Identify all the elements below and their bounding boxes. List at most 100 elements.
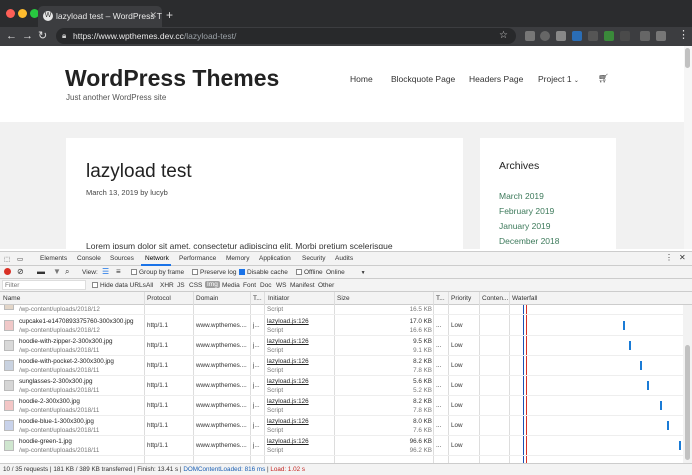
column-content[interactable]: Conten... — [482, 295, 508, 302]
page-scrollbar[interactable] — [684, 46, 692, 249]
large-rows-icon[interactable]: ☰ — [102, 267, 109, 276]
extension-icon[interactable] — [556, 31, 566, 41]
cart-icon[interactable]: 🛒︎ — [598, 73, 609, 84]
archive-link[interactable]: February 2019 — [499, 206, 554, 216]
close-devtools-icon[interactable]: ✕ — [679, 253, 686, 262]
column-type[interactable]: T... — [253, 295, 262, 302]
extension-icon[interactable] — [572, 31, 582, 41]
type-filter-img[interactable]: Img — [205, 281, 220, 288]
group-by-frame-checkbox[interactable] — [131, 269, 137, 275]
tab-close-icon[interactable]: ✕ — [149, 10, 157, 21]
post-author[interactable]: lucyb — [150, 188, 168, 197]
hide-data-urls-checkbox[interactable] — [92, 282, 98, 288]
archive-link[interactable]: January 2019 — [499, 221, 551, 231]
scrollbar-thumb[interactable] — [685, 48, 690, 68]
device-toolbar-icon[interactable]: ▭ — [17, 255, 23, 263]
post-date[interactable]: March 13, 2019 — [86, 188, 138, 197]
search-icon[interactable]: ⌕ — [65, 267, 69, 277]
extension-icon[interactable] — [656, 31, 666, 41]
menu-item-headers-page[interactable]: Headers Page — [469, 74, 523, 84]
column-priority[interactable]: Priority — [451, 295, 471, 302]
preserve-log-checkbox[interactable] — [192, 269, 198, 275]
column-protocol[interactable]: Protocol — [147, 295, 171, 302]
column-size[interactable]: Size — [337, 295, 350, 302]
archive-link[interactable]: March 2019 — [499, 191, 544, 201]
more-options-icon[interactable]: ⋮ — [665, 253, 673, 262]
tab-performance[interactable]: Performance — [179, 255, 216, 262]
table-row[interactable]: hoodie-green-1.jpg/wp-content/uploads/20… — [0, 436, 683, 456]
tab-application[interactable]: Application — [259, 255, 291, 262]
site-title[interactable]: WordPress Themes — [65, 65, 279, 92]
request-initiator[interactable]: lazyload.js:126 — [267, 398, 309, 405]
post-title[interactable]: lazyload test — [86, 161, 192, 183]
bookmark-star-icon[interactable]: ☆ — [499, 30, 508, 41]
tab-elements[interactable]: Elements — [40, 255, 67, 262]
table-row[interactable]: cupcake1-e1470893375760-300x300.jpg/wp-c… — [0, 316, 683, 336]
throttle-select[interactable]: Online ▼ — [326, 269, 366, 276]
minimize-window-icon[interactable] — [18, 9, 27, 18]
extension-icon[interactable] — [525, 31, 535, 41]
new-tab-icon[interactable]: + — [166, 9, 173, 21]
extension-icon[interactable] — [588, 31, 598, 41]
capture-screenshots-icon[interactable]: ▬ — [37, 267, 45, 276]
column-initiator[interactable]: Initiator — [268, 295, 289, 302]
menu-item-project-1[interactable]: Project 1 ⌄ — [538, 74, 579, 84]
tab-security[interactable]: Security — [302, 255, 325, 262]
forward-icon[interactable]: → — [22, 29, 33, 43]
type-filter-font[interactable]: Font — [243, 282, 256, 289]
browser-tab[interactable]: W lazyload test – WordPress The ✕ — [38, 6, 162, 27]
extension-icon[interactable] — [604, 31, 614, 41]
clear-icon[interactable]: ⊘ — [17, 267, 24, 276]
tab-network[interactable]: Network — [145, 255, 169, 262]
table-row[interactable]: hoodie-with-pocket-2-300x300.jpg/wp-cont… — [0, 356, 683, 376]
request-initiator[interactable]: lazyload.js:126 — [267, 358, 309, 365]
tab-audits[interactable]: Audits — [335, 255, 353, 262]
type-filter-doc[interactable]: Doc — [260, 282, 272, 289]
tab-memory[interactable]: Memory — [226, 255, 249, 262]
inspect-element-icon[interactable]: ⬚ — [4, 255, 10, 263]
request-initiator[interactable]: lazyload.js:126 — [267, 438, 309, 445]
record-icon[interactable] — [4, 268, 11, 275]
close-window-icon[interactable] — [6, 9, 15, 18]
address-bar[interactable]: 🔒︎ https://www.wpthemes.dev.cc/lazyload-… — [56, 28, 516, 44]
table-row[interactable]: /wp-content/uploads/2018/12 Script 16.5 KB — [0, 305, 683, 315]
more-menu-icon[interactable]: ⋮ — [678, 28, 689, 42]
request-initiator[interactable]: lazyload.js:126 — [267, 378, 309, 385]
filter-input[interactable] — [2, 280, 86, 290]
overview-icon[interactable]: ≡ — [116, 267, 121, 276]
column-domain[interactable]: Domain — [196, 295, 218, 302]
column-time[interactable]: T... — [436, 295, 445, 302]
filter-icon[interactable]: ▼ — [53, 267, 61, 276]
type-filter-manifest[interactable]: Manifest — [290, 282, 315, 289]
menu-item-home[interactable]: Home — [350, 74, 373, 84]
type-filter-media[interactable]: Media — [222, 282, 240, 289]
request-initiator[interactable]: lazyload.js:126 — [267, 418, 309, 425]
reload-icon[interactable]: ↻ — [38, 29, 47, 43]
type-filter-xhr[interactable]: XHR — [160, 282, 174, 289]
table-row[interactable]: hoodie-blue-1-300x300.jpg/wp-content/upl… — [0, 416, 683, 436]
type-filter-js[interactable]: JS — [177, 282, 185, 289]
request-initiator[interactable]: lazyload.js:126 — [267, 318, 309, 325]
menu-item-blockquote-page[interactable]: Blockquote Page — [391, 74, 455, 84]
network-scrollbar[interactable] — [683, 305, 692, 463]
back-icon[interactable]: ← — [6, 29, 17, 43]
extension-icon[interactable] — [540, 31, 550, 41]
offline-checkbox[interactable] — [296, 269, 302, 275]
table-row[interactable]: hoodie-2-300x300.jpg/wp-content/uploads/… — [0, 396, 683, 416]
tab-console[interactable]: Console — [77, 255, 101, 262]
column-name[interactable]: Name — [3, 295, 20, 302]
type-filter-all[interactable]: All — [146, 282, 153, 289]
tab-sources[interactable]: Sources — [110, 255, 134, 262]
table-row[interactable]: sunglasses-2-300x300.jpg/wp-content/uplo… — [0, 376, 683, 396]
disable-cache-checkbox[interactable] — [239, 269, 245, 275]
archive-link[interactable]: December 2018 — [499, 236, 559, 246]
request-initiator[interactable]: lazyload.js:126 — [267, 338, 309, 345]
cast-icon[interactable] — [640, 31, 650, 41]
scrollbar-thumb[interactable] — [685, 345, 690, 460]
column-waterfall[interactable]: Waterfall — [512, 295, 537, 302]
type-filter-ws[interactable]: WS — [276, 282, 286, 289]
table-row[interactable]: hoodie-with-zipper-2-300x300.jpg/wp-cont… — [0, 336, 683, 356]
extension-icon[interactable] — [620, 31, 630, 41]
type-filter-other[interactable]: Other — [318, 282, 334, 289]
type-filter-css[interactable]: CSS — [189, 282, 202, 289]
